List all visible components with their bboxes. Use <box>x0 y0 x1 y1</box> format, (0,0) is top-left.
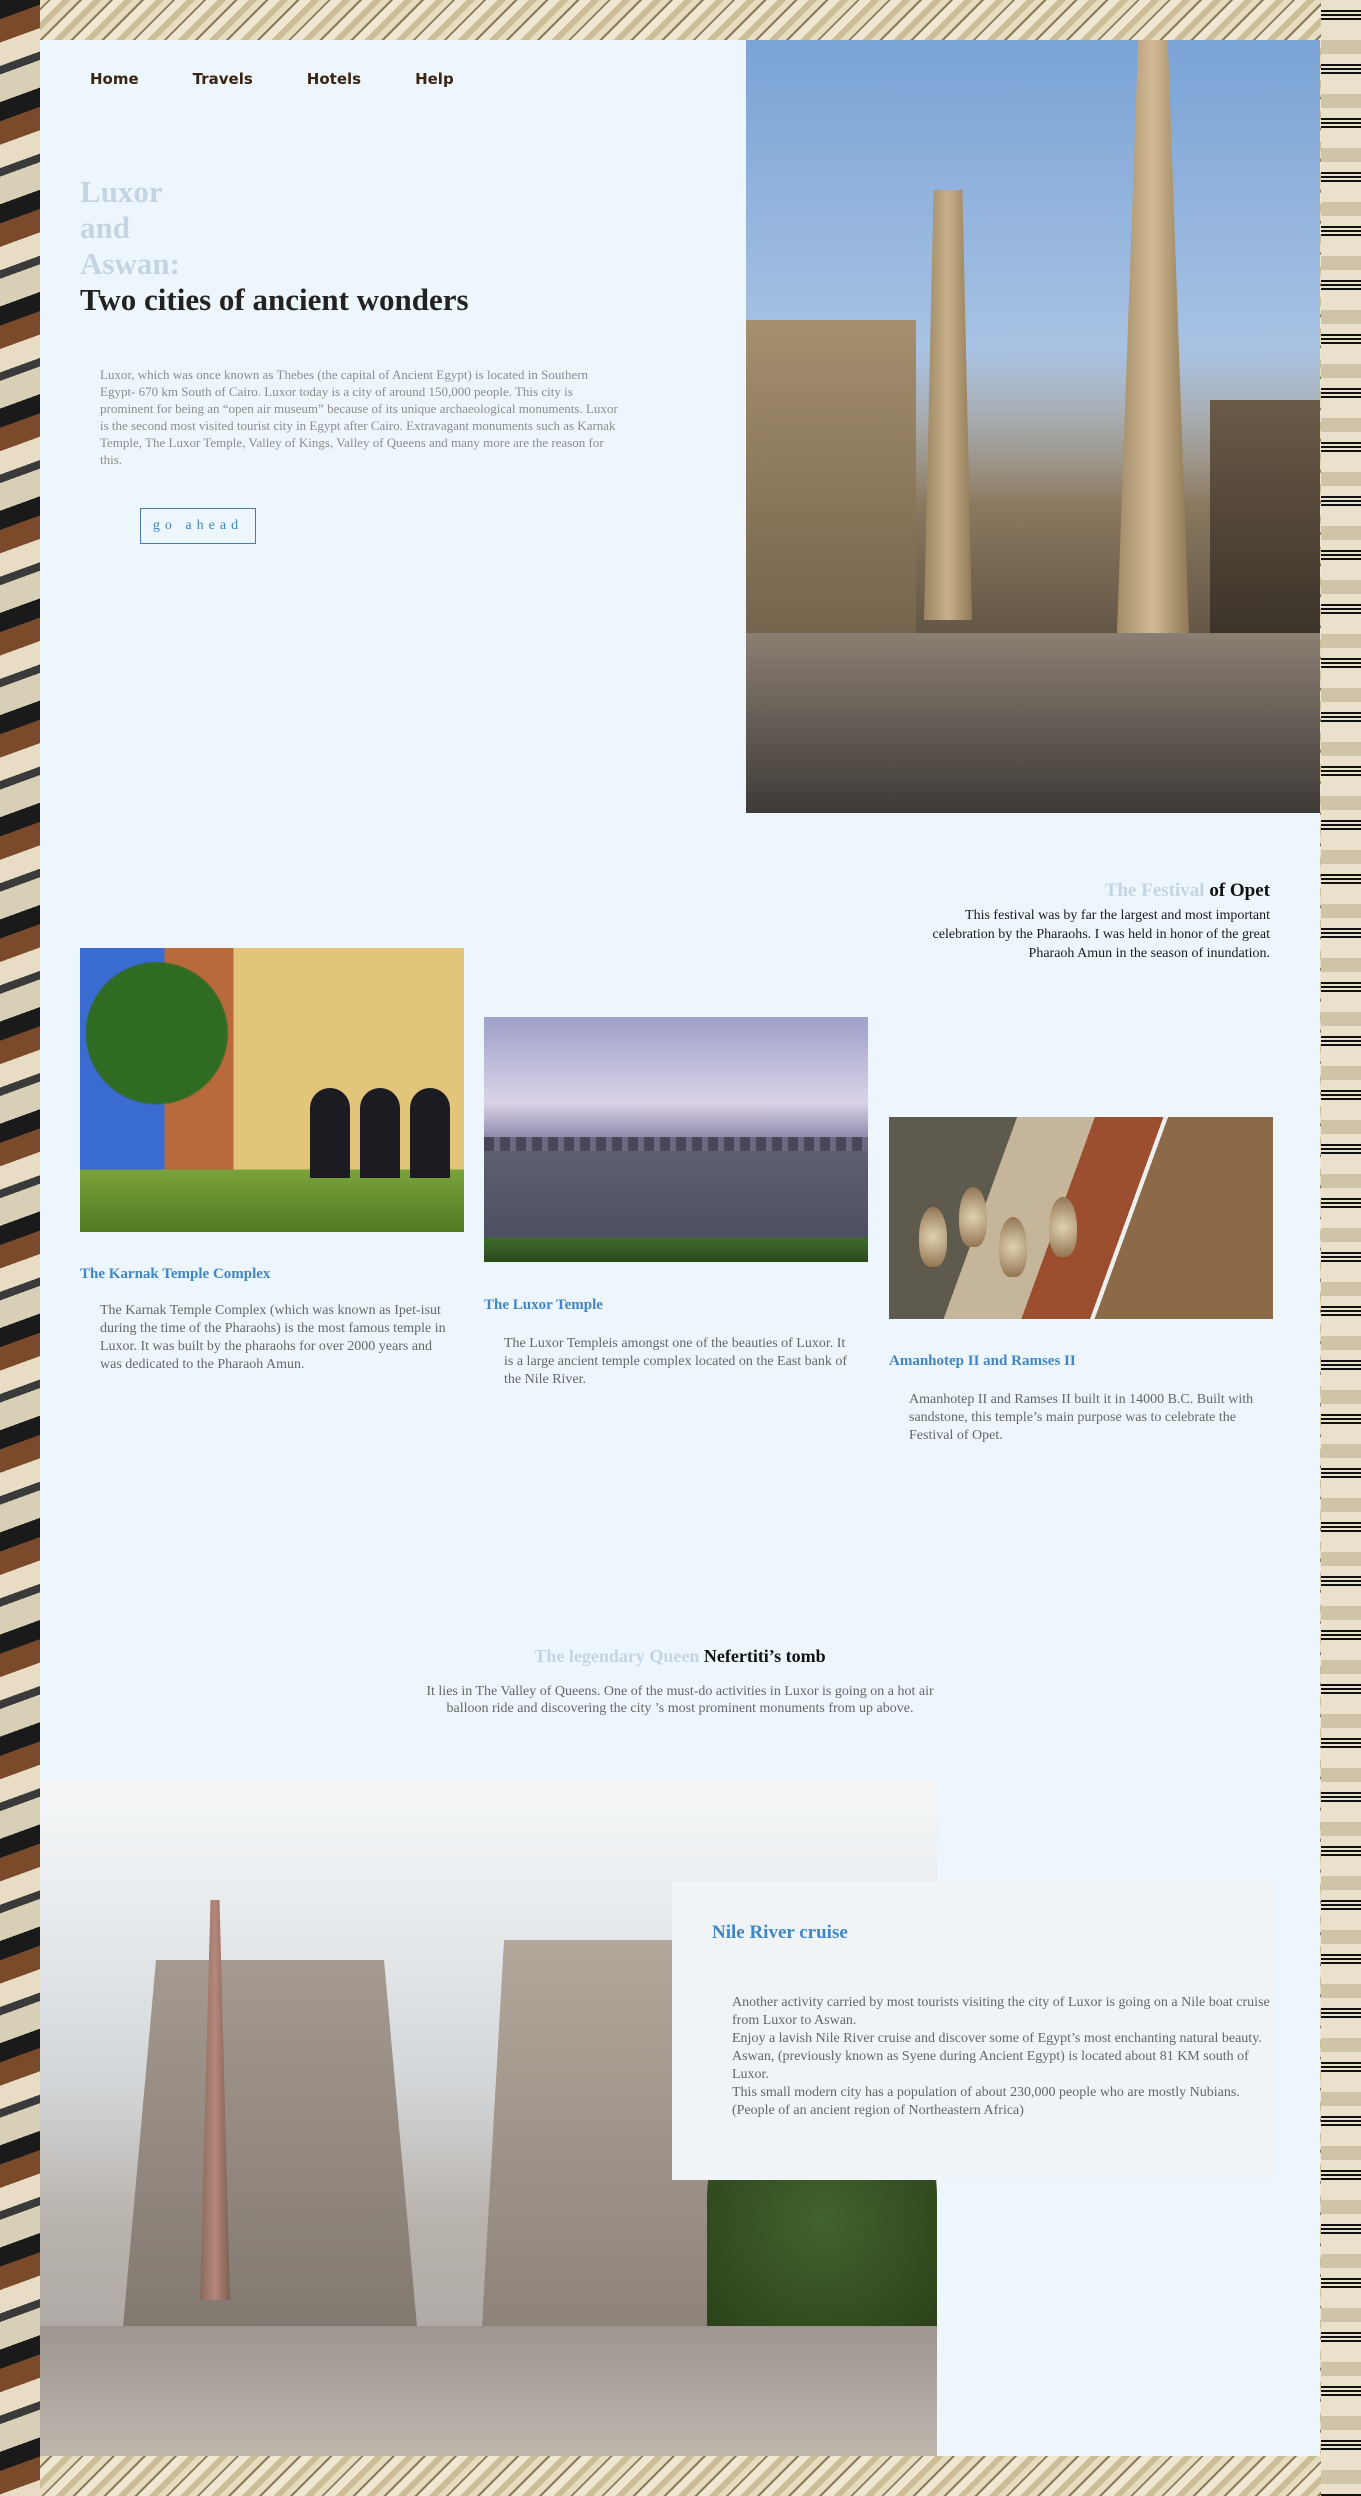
main-nav: Home Travels Hotels Help <box>90 70 454 88</box>
hero-title-line-2: and <box>80 210 130 245</box>
nav-help[interactable]: Help <box>415 70 454 88</box>
hero-title-line-1: Luxor <box>80 174 163 209</box>
hero-title: Luxor and Aswan: Two cities of ancient w… <box>80 174 469 318</box>
nav-hotels[interactable]: Hotels <box>307 70 361 88</box>
queen-heading-dark: Nefertiti’s tomb <box>703 1646 826 1666</box>
festival-heading-pale: The Festival <box>1104 880 1205 901</box>
festival-text: This festival was by far the largest and… <box>932 908 1270 961</box>
queen-section: The legendary Queen Nefertiti’s tomb It … <box>40 1646 1320 1717</box>
obelisk-photo <box>746 40 1320 813</box>
hero-description: Luxor, which was once known as Thebes (t… <box>100 367 618 467</box>
nile-cruise-panel: Nile River cruise Another activity carri… <box>672 1882 1276 2180</box>
queen-heading-pale: The legendary Queen <box>534 1646 700 1666</box>
page-content: Home Travels Hotels Help Luxor and Aswan… <box>40 40 1320 2456</box>
hero-title-line-3: Aswan: <box>80 246 180 281</box>
cruise-title: Nile River cruise <box>712 1922 848 1943</box>
card-title: Amanhotep II and Ramses II <box>889 1353 1076 1369</box>
festival-section: The Festival of Opet This festival was b… <box>910 880 1270 963</box>
luxor-river-photo <box>484 1017 868 1262</box>
karnak-photo <box>80 948 464 1232</box>
cruise-text: Another activity carried by most tourist… <box>732 1995 1270 2118</box>
queen-text: It lies in The Valley of Queens. One of … <box>426 1684 934 1716</box>
card-luxor-temple: The Luxor Temple The Luxor Templeis amon… <box>484 1017 868 1417</box>
hero-subtitle: Two cities of ancient wonders <box>80 282 469 317</box>
go-ahead-button[interactable]: go ahead <box>140 508 256 544</box>
market-photo <box>889 1117 1273 1319</box>
card-amanhotep: Amanhotep II and Ramses II Amanhotep II … <box>889 1117 1273 1477</box>
nav-travels[interactable]: Travels <box>193 70 253 88</box>
festival-heading: The Festival of Opet <box>910 880 1270 902</box>
nav-home[interactable]: Home <box>90 70 139 88</box>
card-title: The Luxor Temple <box>484 1297 603 1313</box>
card-text: The Karnak Temple Complex (which was kno… <box>100 1303 446 1372</box>
queen-heading: The legendary Queen Nefertiti’s tomb <box>40 1646 1320 1667</box>
card-text: Amanhotep II and Ramses II built it in 1… <box>909 1392 1254 1443</box>
card-text: The Luxor Templeis amongst one of the be… <box>504 1336 848 1387</box>
card-title: The Karnak Temple Complex <box>80 1266 271 1282</box>
card-karnak: The Karnak Temple Complex The Karnak Tem… <box>80 948 464 1418</box>
festival-heading-dark: of Opet <box>1209 880 1270 901</box>
